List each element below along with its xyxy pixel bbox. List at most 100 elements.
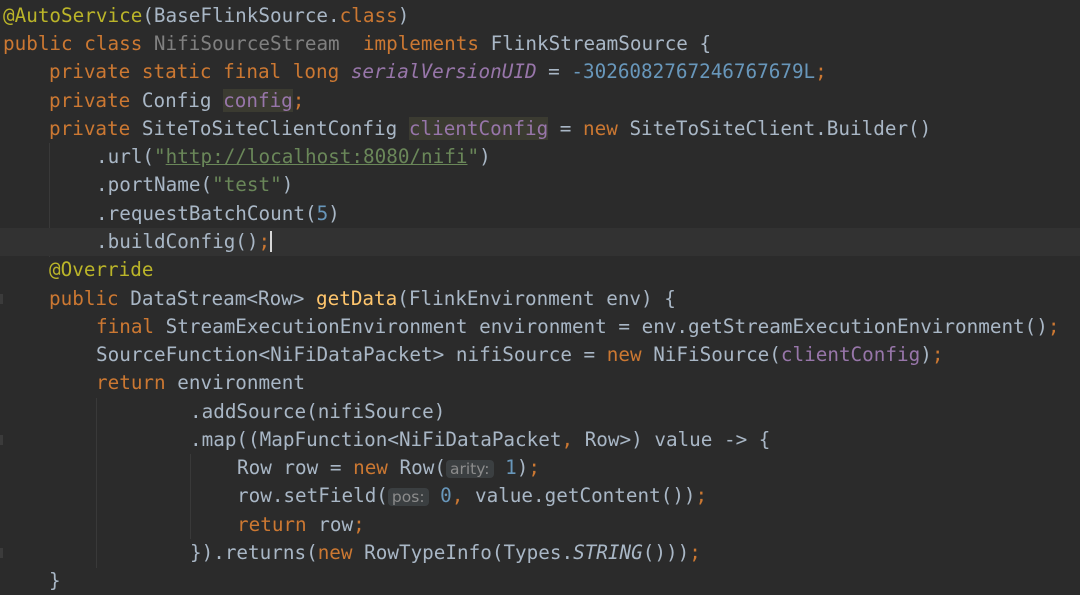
code-token: Config bbox=[141, 89, 224, 112]
code-text: Row row = new Row(arity: 1); bbox=[237, 454, 540, 483]
code-line[interactable]: }).returns(new RowTypeInfo(Types.STRING(… bbox=[0, 539, 1080, 567]
code-text: .url("http://localhost:8080/nifi") bbox=[96, 143, 491, 171]
code-line[interactable]: .url("http://localhost:8080/nifi") bbox=[0, 143, 1080, 171]
code-line[interactable]: .portName("test") bbox=[0, 171, 1080, 199]
code-token: .url( bbox=[96, 145, 155, 168]
code-line[interactable]: @AutoService(BaseFlinkSource.class) bbox=[0, 2, 1080, 30]
code-line[interactable]: SourceFunction<NiFiDataPacket> nifiSourc… bbox=[0, 341, 1080, 369]
code-token: .map((MapFunction<NiFiDataPacket bbox=[190, 428, 562, 451]
code-text: } bbox=[49, 567, 61, 595]
code-token: .portName( bbox=[96, 173, 213, 196]
code-token: SourceFunction<NiFiDataPacket> nifiSourc… bbox=[96, 343, 607, 366]
code-token: ) bbox=[281, 173, 294, 196]
code-token: new bbox=[583, 117, 630, 140]
code-token: (FlinkEnvironment env) { bbox=[397, 287, 676, 310]
code-token: new bbox=[353, 456, 400, 479]
code-token: = bbox=[548, 117, 584, 140]
code-token: ) bbox=[920, 343, 932, 366]
code-text: }).returns(new RowTypeInfo(Types.STRING(… bbox=[190, 539, 701, 567]
code-line[interactable]: row.setField(pos: 0, value.getContent())… bbox=[0, 482, 1080, 510]
code-token: ; bbox=[931, 343, 944, 366]
code-token: ) bbox=[328, 202, 340, 225]
code-text: .buildConfig(); bbox=[96, 228, 273, 256]
code-line[interactable]: @Override bbox=[0, 256, 1080, 284]
code-token: config bbox=[223, 89, 293, 112]
code-token: @AutoService bbox=[3, 4, 143, 27]
code-text: .map((MapFunction<NiFiDataPacket, Row>) … bbox=[190, 426, 770, 454]
code-token: http://localhost:8080/nifi bbox=[165, 145, 468, 168]
code-text: private static final long serialVersionU… bbox=[49, 58, 827, 86]
code-line[interactable]: .map((MapFunction<NiFiDataPacket, Row>) … bbox=[0, 426, 1080, 454]
code-token: -3026082767246767679L bbox=[571, 60, 816, 83]
code-text: SourceFunction<NiFiDataPacket> nifiSourc… bbox=[96, 341, 943, 369]
code-token: StreamExecutionEnvironment environment =… bbox=[165, 315, 1048, 338]
code-token: final bbox=[96, 315, 166, 338]
code-token: 1 bbox=[505, 456, 517, 479]
code-token: SiteToSiteClient.Builder() bbox=[629, 117, 932, 140]
code-token: class bbox=[339, 4, 398, 27]
code-token: private bbox=[49, 117, 142, 140]
code-token: "test" bbox=[212, 173, 282, 196]
code-token: @Override bbox=[49, 258, 154, 281]
fold-marker[interactable] bbox=[0, 435, 3, 445]
code-token: ; bbox=[689, 541, 701, 564]
code-token: }).returns( bbox=[190, 541, 318, 564]
code-token: RowTypeInfo(Types. bbox=[364, 541, 574, 564]
code-token: FlinkStreamSource { bbox=[490, 32, 712, 55]
current-code-line[interactable]: .buildConfig(); bbox=[0, 228, 1080, 257]
code-token: STRING bbox=[573, 541, 643, 564]
code-line[interactable]: Row row = new Row(arity: 1); bbox=[0, 454, 1080, 482]
parameter-hint: arity: bbox=[445, 460, 494, 478]
code-token: = bbox=[536, 60, 572, 83]
code-token: 5 bbox=[316, 202, 329, 225]
code-token: new bbox=[606, 343, 654, 366]
code-token: serialVersionUID bbox=[350, 60, 537, 83]
code-line[interactable]: return environment bbox=[0, 369, 1080, 397]
code-token: private static final long bbox=[49, 60, 351, 83]
code-editor[interactable]: @AutoService(BaseFlinkSource.class) publi… bbox=[0, 0, 1080, 594]
code-line[interactable]: private SiteToSiteClientConfig clientCon… bbox=[0, 115, 1080, 143]
code-line[interactable]: public DataStream<Row> getData(FlinkEnvi… bbox=[0, 285, 1080, 313]
code-text: public DataStream<Row> getData(FlinkEnvi… bbox=[49, 285, 676, 313]
code-token: ; bbox=[292, 89, 305, 112]
code-token: return bbox=[96, 371, 178, 394]
code-token: } bbox=[49, 569, 61, 592]
code-token: ())) bbox=[642, 541, 690, 564]
code-text: row.setField(pos: 0, value.getContent())… bbox=[237, 482, 707, 511]
code-token: getData bbox=[316, 287, 398, 310]
code-token: row bbox=[318, 513, 354, 536]
code-token: ) bbox=[479, 145, 491, 168]
fold-marker[interactable] bbox=[0, 294, 3, 304]
code-token: value.getContent()) bbox=[474, 484, 696, 507]
code-token: clientConfig bbox=[780, 343, 921, 366]
code-line[interactable]: final StreamExecutionEnvironment environ… bbox=[0, 313, 1080, 341]
code-token: ; bbox=[695, 484, 708, 507]
code-line[interactable]: private Config config; bbox=[0, 87, 1080, 115]
code-token: " bbox=[154, 145, 166, 168]
code-token: Row>) value -> { bbox=[584, 428, 771, 451]
code-token: row.setField( bbox=[237, 484, 388, 507]
code-text: private Config config; bbox=[49, 87, 304, 115]
code-token: NifiSourceStream bbox=[153, 32, 340, 55]
code-token: SiteToSiteClientConfig bbox=[141, 117, 409, 140]
code-token: (BaseFlinkSource. bbox=[142, 4, 340, 27]
code-token: Row( bbox=[399, 456, 446, 479]
code-token: public class bbox=[3, 32, 154, 55]
code-text: public class NifiSourceStream implements… bbox=[3, 30, 711, 58]
code-token: , bbox=[451, 484, 475, 507]
code-line[interactable]: return row; bbox=[0, 511, 1080, 539]
code-text: .portName("test") bbox=[96, 171, 293, 199]
code-line[interactable]: public class NifiSourceStream implements… bbox=[0, 30, 1080, 58]
code-line[interactable]: .requestBatchCount(5) bbox=[0, 200, 1080, 228]
code-text: .addSource(nifiSource) bbox=[190, 398, 445, 426]
code-text: private SiteToSiteClientConfig clientCon… bbox=[49, 115, 931, 143]
code-token: public bbox=[49, 287, 131, 310]
code-token: ; bbox=[815, 60, 827, 83]
code-token: clientConfig bbox=[408, 117, 549, 140]
code-line[interactable]: private static final long serialVersionU… bbox=[0, 58, 1080, 86]
fold-marker[interactable] bbox=[0, 548, 3, 558]
code-line[interactable]: .addSource(nifiSource) bbox=[0, 398, 1080, 426]
code-line[interactable]: } bbox=[0, 567, 1080, 595]
code-token: environment bbox=[177, 371, 305, 394]
code-token: private bbox=[49, 89, 142, 112]
